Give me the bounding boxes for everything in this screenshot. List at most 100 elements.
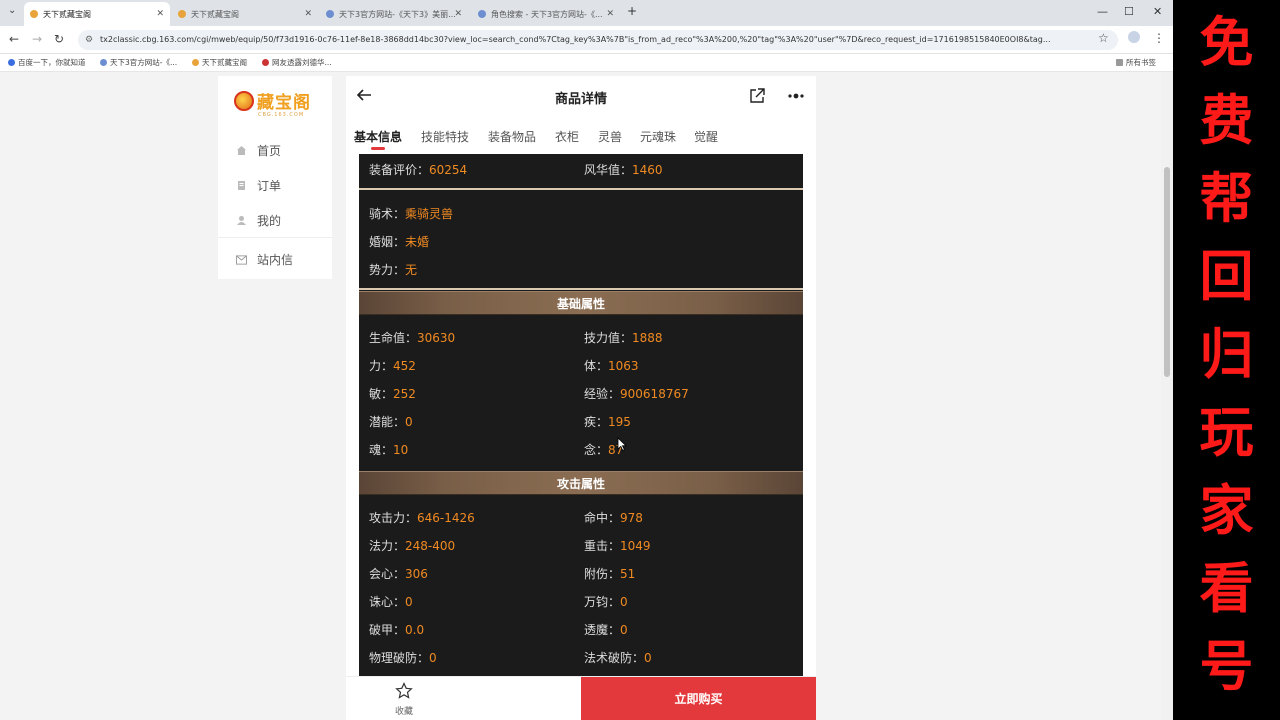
nav-item-home[interactable]: 首页 xyxy=(236,142,281,159)
attack-stat: 破甲：0.0 xyxy=(369,621,424,638)
mail-icon xyxy=(236,254,247,265)
url-text: tx2classic.cbg.163.com/cgi/mweb/equip/50… xyxy=(100,35,1051,44)
logo-text: 藏宝阁 xyxy=(257,93,311,113)
stat-label: 会心： xyxy=(369,567,406,581)
site-info-icon[interactable]: ⚙ xyxy=(85,30,93,50)
bookmark-item[interactable]: 天下贰藏宝阁 xyxy=(192,57,247,68)
page-title: 商品详情 xyxy=(554,92,607,107)
url-input[interactable]: ⚙ tx2classic.cbg.163.com/cgi/mweb/equip/… xyxy=(78,30,1118,50)
favicon-icon xyxy=(478,10,486,18)
basic-stat: 体：1063 xyxy=(584,357,639,374)
window-close-icon[interactable]: ✕ xyxy=(1153,5,1162,18)
bookmark-item[interactable]: 天下3官方网站-《... xyxy=(100,57,177,68)
attack-stat: 附伤：51 xyxy=(584,565,635,582)
stat-label: 技力值： xyxy=(584,331,633,345)
close-icon[interactable]: ✕ xyxy=(606,9,614,19)
page-scrollbar[interactable] xyxy=(1161,72,1173,720)
maximize-icon[interactable]: ☐ xyxy=(1124,5,1134,18)
browser-tab-1[interactable]: 天下贰藏宝阁 ✕ xyxy=(24,2,170,26)
stat-label: 命中： xyxy=(584,511,621,525)
stat-fenghua: 风华值：1460 xyxy=(584,163,663,177)
nav-item-mine[interactable]: 我的 xyxy=(236,212,281,229)
favicon-icon xyxy=(262,59,269,66)
scrollbar-thumb[interactable] xyxy=(1164,167,1170,377)
stat-label: 生命值： xyxy=(369,331,418,345)
user-icon xyxy=(236,215,247,226)
attack-stat: 诛心：0 xyxy=(369,593,413,610)
new-tab-icon[interactable]: + xyxy=(627,4,637,18)
promo-char: 费 xyxy=(1199,89,1254,152)
stat-label: 经验： xyxy=(584,387,621,401)
browser-tab-label: 天下贰藏宝阁 xyxy=(191,9,239,19)
bookmark-item[interactable]: 网友透露刘德华... xyxy=(262,57,332,68)
stat-value: 646-1426 xyxy=(417,511,475,525)
stat-value: 452 xyxy=(393,359,416,373)
favicon-icon xyxy=(192,59,199,66)
stat-label: 敏： xyxy=(369,387,394,401)
bookmark-star-icon[interactable]: ☆ xyxy=(1098,31,1109,45)
more-icon[interactable] xyxy=(786,87,806,105)
promo-char: 看 xyxy=(1199,557,1254,620)
browser-tab-3[interactable]: 天下3官方网站-《天下3》美丽... ✕ xyxy=(320,2,468,26)
stat-value: 0 xyxy=(620,623,628,637)
cbg-logo[interactable]: 藏宝阁 xyxy=(234,88,311,113)
favicon-icon xyxy=(326,10,334,18)
share-icon[interactable] xyxy=(748,87,766,105)
mouse-cursor-icon xyxy=(617,437,627,451)
stat-label: 念： xyxy=(584,443,609,457)
tab-awakening[interactable]: 觉醒 xyxy=(694,128,718,145)
tab-equipment[interactable]: 装备物品 xyxy=(488,128,536,145)
tab-skills[interactable]: 技能特技 xyxy=(421,128,469,145)
buy-now-button[interactable]: 立即购买 xyxy=(581,677,816,720)
section-divider xyxy=(359,288,803,290)
stat-label: 诛心： xyxy=(369,595,406,609)
stat-value: 195 xyxy=(608,415,631,429)
tab-pets[interactable]: 灵兽 xyxy=(598,128,622,145)
back-icon[interactable]: ← xyxy=(9,32,19,46)
attack-stat: 万钧：0 xyxy=(584,593,628,610)
bookmark-item[interactable]: 百度一下，你就知道 xyxy=(8,57,86,68)
stat-value: 248-400 xyxy=(405,539,456,553)
browser-tab-4[interactable]: 角色搜索 - 天下3官方网站-《... ✕ xyxy=(472,2,620,26)
profile-icon[interactable] xyxy=(1128,31,1140,43)
stat-label: 重击： xyxy=(584,539,621,553)
tab-wardrobe[interactable]: 衣柜 xyxy=(555,128,579,145)
nav-item-orders[interactable]: 订单 xyxy=(236,177,281,194)
favorite-button[interactable]: 收藏 xyxy=(346,677,462,720)
stat-value: 1063 xyxy=(608,359,639,373)
browser-menu-icon[interactable]: ⋮ xyxy=(1153,31,1165,45)
bottom-action-bar: 收藏 立即购买 xyxy=(346,676,816,720)
promo-char: 免 xyxy=(1199,11,1254,74)
stat-label: 体： xyxy=(584,359,609,373)
attack-stat: 透魔：0 xyxy=(584,621,628,638)
stat-faction: 势力：无 xyxy=(369,263,418,277)
tab-soul-beads[interactable]: 元魂珠 xyxy=(640,128,676,145)
stat-equip-score: 装备评价：60254 xyxy=(369,163,468,177)
stat-label: 潜能： xyxy=(369,415,406,429)
stat-label: 攻击力： xyxy=(369,511,418,525)
promo-char: 玩 xyxy=(1199,401,1254,464)
favorite-label: 收藏 xyxy=(394,707,413,717)
nav-divider xyxy=(218,237,332,238)
stat-value: 30630 xyxy=(417,331,456,345)
browser-tab-2[interactable]: 天下贰藏宝阁 ✕ xyxy=(172,2,318,26)
tab-list-icon[interactable]: ⌄ xyxy=(8,5,16,16)
promo-char: 家 xyxy=(1199,479,1254,542)
nav-item-messages[interactable]: 站内信 xyxy=(236,251,293,268)
promo-banner: 免费帮回归玩家看号 xyxy=(1173,0,1280,720)
stat-label: 附伤： xyxy=(584,567,621,581)
promo-char: 帮 xyxy=(1199,167,1254,230)
close-icon[interactable]: ✕ xyxy=(156,9,164,19)
close-icon[interactable]: ✕ xyxy=(454,9,462,19)
forward-icon[interactable]: → xyxy=(32,32,42,46)
all-bookmarks[interactable]: 所有书签 xyxy=(1116,57,1156,68)
reload-icon[interactable]: ↻ xyxy=(54,32,64,46)
attack-stat: 会心：306 xyxy=(369,565,428,582)
minimize-icon[interactable]: — xyxy=(1097,5,1108,18)
tab-basic-info[interactable]: 基本信息 xyxy=(354,128,402,145)
favicon-icon xyxy=(100,59,107,66)
stat-value: 10 xyxy=(393,443,409,457)
promo-char: 回 xyxy=(1199,245,1254,308)
close-icon[interactable]: ✕ xyxy=(304,9,312,19)
logo-subtext: CBG.163.COM xyxy=(258,112,305,118)
